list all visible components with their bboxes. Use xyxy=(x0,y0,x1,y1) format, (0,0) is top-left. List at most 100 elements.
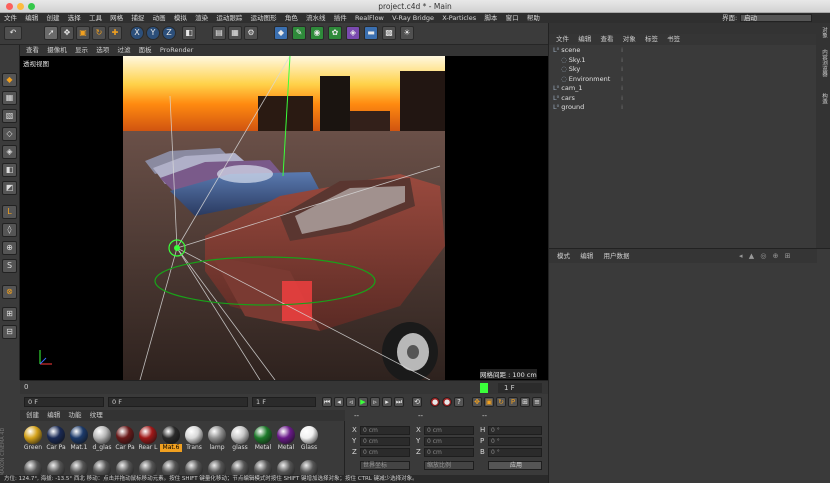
material-swatch-row2[interactable] xyxy=(252,458,274,478)
viewport-menu-options[interactable]: 选项 xyxy=(96,46,109,54)
visibility-dots-icon[interactable]: ⁞ xyxy=(621,103,623,112)
menu-snap[interactable]: 捕捉 xyxy=(131,14,144,22)
size-x-field[interactable]: 0 cm xyxy=(424,426,474,435)
prev-key-icon[interactable]: ◂ xyxy=(334,397,344,407)
texture-mode-icon[interactable]: ▧ xyxy=(2,109,17,123)
menu-plugins[interactable]: 插件 xyxy=(334,14,347,22)
menu-select[interactable]: 选择 xyxy=(68,14,81,22)
viewport-menu-panel[interactable]: 面板 xyxy=(139,46,152,54)
current-frame-field[interactable]: 0 F xyxy=(24,397,104,407)
menu-render[interactable]: 渲染 xyxy=(195,14,208,22)
live-select-icon[interactable]: ✚ xyxy=(108,26,122,40)
menu-window[interactable]: 窗口 xyxy=(506,14,519,22)
menu-animate[interactable]: 动画 xyxy=(153,14,166,22)
material-swatch-row2[interactable] xyxy=(22,458,44,478)
model-mode-icon[interactable]: ▦ xyxy=(2,91,17,105)
menu-create[interactable]: 创建 xyxy=(46,14,59,22)
viewport-menu-filter[interactable]: 过滤 xyxy=(117,46,130,54)
light-icon[interactable]: ☀ xyxy=(400,26,414,40)
keyframe-selection-icon[interactable]: ? xyxy=(454,397,464,407)
visibility-dots-icon[interactable]: ⁞ xyxy=(621,84,623,93)
attr-menu-mode[interactable]: 模式 xyxy=(557,252,570,260)
snapping-icon[interactable]: ⊕ xyxy=(2,241,17,255)
object-row[interactable]: ◌ Sky ⁞ xyxy=(549,65,817,74)
material-swatch-row2[interactable] xyxy=(45,458,67,478)
start-frame-field[interactable]: 0 F xyxy=(108,397,248,407)
locked-workplane-icon[interactable]: ⊟ xyxy=(2,325,17,339)
material-swatch-row2[interactable] xyxy=(298,458,320,478)
render-settings-icon[interactable]: ⚙ xyxy=(244,26,258,40)
material-swatch[interactable]: Rear L xyxy=(137,424,159,452)
tab-structure[interactable]: 构造 xyxy=(818,93,828,104)
attr-menu-edit[interactable]: 编辑 xyxy=(580,252,593,260)
pos-y-field[interactable]: 0 cm xyxy=(360,437,410,446)
attr-nav-icons[interactable]: ◂ ▲ ◎ ⊕ ⊞ xyxy=(739,252,809,260)
material-menu-create[interactable]: 创建 xyxy=(26,411,39,419)
menu-pipeline[interactable]: 流水线 xyxy=(306,14,326,22)
menu-file[interactable]: 文件 xyxy=(4,14,17,22)
scale-tool-icon[interactable]: ▣ xyxy=(76,26,90,40)
viewport-menu-view[interactable]: 查看 xyxy=(26,46,39,54)
rotate-tool-icon[interactable]: ↻ xyxy=(92,26,106,40)
pos-x-field[interactable]: 0 cm xyxy=(360,426,410,435)
goto-end-icon[interactable]: ⏭ xyxy=(394,397,404,407)
material-swatch[interactable]: Trans xyxy=(183,424,205,452)
material-swatch[interactable]: Mat.1 xyxy=(68,424,90,452)
edges-mode-icon[interactable]: ◧ xyxy=(2,163,17,177)
viewport-menu-display[interactable]: 显示 xyxy=(75,46,88,54)
pos-z-field[interactable]: 0 cm xyxy=(360,448,410,457)
x-axis-lock-icon[interactable]: X xyxy=(130,26,144,40)
material-swatch[interactable]: d_glas xyxy=(91,424,113,452)
render-view-icon[interactable]: ▤ xyxy=(212,26,226,40)
visibility-dots-icon[interactable]: ⁞ xyxy=(621,94,623,103)
record-keyframe-icon[interactable]: ● xyxy=(430,397,440,407)
menu-tools[interactable]: 工具 xyxy=(89,14,102,22)
rot-b-field[interactable]: 0 ° xyxy=(488,448,542,457)
play-forward-icon[interactable]: ▶ xyxy=(358,397,368,407)
workplane-grid-icon[interactable]: ⊞ xyxy=(2,307,17,321)
material-swatch[interactable]: Car Pa xyxy=(45,424,67,452)
material-menu-function[interactable]: 功能 xyxy=(68,411,81,419)
menu-realflow[interactable]: RealFlow xyxy=(355,14,384,22)
attr-menu-userdata[interactable]: 用户数据 xyxy=(603,252,629,260)
z-axis-lock-icon[interactable]: Z xyxy=(162,26,176,40)
menu-x-particles[interactable]: X-Particles xyxy=(442,14,476,22)
object-row[interactable]: L⁰ cars ⁞ xyxy=(549,94,817,103)
om-menu-edit[interactable]: 编辑 xyxy=(578,35,591,43)
object-row[interactable]: ◌ Environment ⁞ xyxy=(549,75,817,84)
om-menu-object[interactable]: 对象 xyxy=(623,35,636,43)
polygons-mode-icon[interactable]: ◩ xyxy=(2,181,17,195)
rot-h-field[interactable]: 0 ° xyxy=(488,426,542,435)
visibility-dots-icon[interactable]: ⁞ xyxy=(621,56,623,65)
next-frame-icon[interactable]: ▹ xyxy=(370,397,380,407)
object-row[interactable]: L⁰ ground ⁞ xyxy=(549,103,817,112)
camera-icon[interactable]: ▩ xyxy=(382,26,396,40)
move-tool-icon[interactable]: ✥ xyxy=(60,26,74,40)
coord-system-dropdown[interactable]: 世界坐标 xyxy=(360,461,410,470)
object-row[interactable]: L⁰ scene ⁞ xyxy=(549,46,817,55)
tweak-mode-icon[interactable]: ◊ xyxy=(2,223,17,237)
om-menu-file[interactable]: 文件 xyxy=(556,35,569,43)
loop-icon[interactable]: ⟲ xyxy=(412,397,422,407)
material-swatch-row2[interactable] xyxy=(183,458,205,478)
menu-help[interactable]: 帮助 xyxy=(527,14,540,22)
om-menu-view[interactable]: 查看 xyxy=(600,35,613,43)
select-cursor-icon[interactable]: ➚ xyxy=(44,26,58,40)
deformer-icon[interactable]: ◈ xyxy=(346,26,360,40)
autokey-icon[interactable]: ● xyxy=(442,397,452,407)
menu-simulate[interactable]: 模拟 xyxy=(174,14,187,22)
material-swatch-row2[interactable] xyxy=(137,458,159,478)
undo-icon[interactable]: ↶ xyxy=(4,26,22,40)
size-mode-dropdown[interactable]: 缩放比例 xyxy=(424,461,474,470)
key-position-icon[interactable]: ✥ xyxy=(472,397,482,407)
material-swatch[interactable]: Car Pa xyxy=(114,424,136,452)
render-picture-viewer-icon[interactable]: ▦ xyxy=(228,26,242,40)
viewport-menu-cameras[interactable]: 摄像机 xyxy=(47,46,67,54)
material-menu-texture[interactable]: 纹理 xyxy=(90,411,103,419)
spline-pen-icon[interactable]: ✎ xyxy=(292,26,306,40)
make-editable-icon[interactable]: ◆ xyxy=(2,73,17,87)
size-z-field[interactable]: 0 cm xyxy=(424,448,474,457)
object-row[interactable]: ◌ Sky.1 ⁞ xyxy=(549,56,817,65)
enable-snap-icon[interactable]: ⊗ xyxy=(2,285,17,299)
cube-primitive-icon[interactable]: ◆ xyxy=(274,26,288,40)
